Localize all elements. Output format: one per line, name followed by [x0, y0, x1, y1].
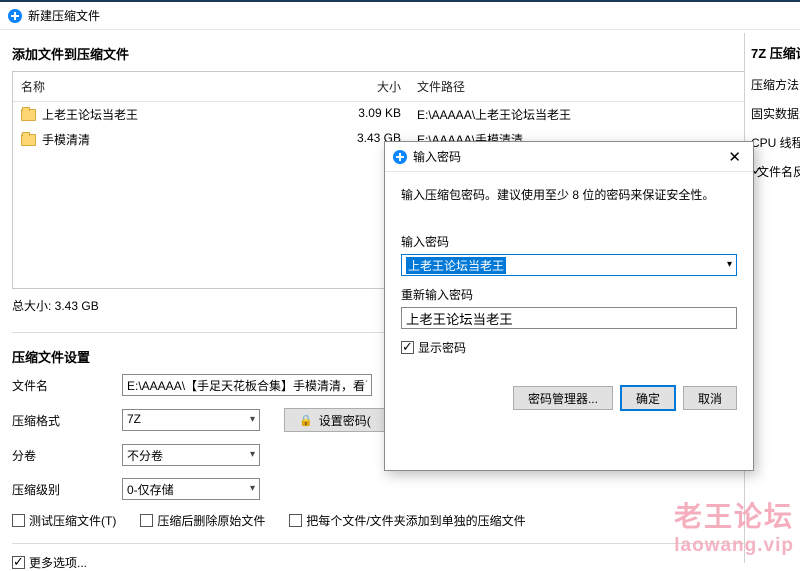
chevron-down-icon: ▾ [727, 259, 732, 270]
folder-icon [21, 109, 36, 121]
right-panel-title: 7Z 压缩设 [751, 43, 794, 62]
column-size[interactable]: 大小 [341, 72, 409, 101]
checkbox-icon [401, 341, 414, 354]
show-password-checkbox[interactable]: 显示密码 [401, 339, 737, 356]
file-name: 手模清清 [42, 133, 90, 147]
level-label: 压缩级别 [12, 481, 122, 498]
filename-label: 文件名 [12, 377, 122, 394]
file-path: E:\AAAAA\上老王论坛当老王 [409, 102, 787, 127]
dialog-icon [393, 150, 407, 164]
level-combo[interactable]: 0-仅存储▾ [122, 478, 260, 500]
format-label: 压缩格式 [12, 412, 122, 429]
app-icon [8, 9, 22, 23]
confirm-password-label: 重新输入密码 [401, 286, 737, 303]
password-manager-button[interactable]: 密码管理器... [513, 386, 613, 410]
dialog-title: 输入密码 [413, 148, 461, 165]
encrypt-filename-checkbox[interactable]: 文件名反 [751, 163, 794, 180]
set-password-button[interactable]: 设置密码( [284, 408, 386, 432]
password-label: 输入密码 [401, 233, 737, 250]
add-files-heading: 添加文件到压缩文件 [12, 44, 788, 63]
delete-after-checkbox[interactable]: 压缩后删除原始文件 [140, 512, 265, 529]
separate-archives-checkbox[interactable]: 把每个文件/文件夹添加到单独的压缩文件 [289, 512, 525, 529]
dialog-titlebar: 输入密码 ✕ [385, 142, 753, 172]
chevron-down-icon: ▾ [250, 483, 255, 494]
folder-icon [21, 134, 36, 146]
ok-button[interactable]: 确定 [621, 386, 675, 410]
file-size: 3.09 KB [341, 102, 409, 127]
checkbox-icon [12, 514, 25, 527]
dialog-hint: 输入压缩包密码。建议使用至少 8 位的密码来保证安全性。 [401, 186, 737, 203]
split-label: 分卷 [12, 447, 122, 464]
password-combo[interactable]: 上老王论坛当老王 ▾ [401, 254, 737, 276]
format-combo[interactable]: 7Z▾ [122, 409, 260, 431]
right-panel-item: 压缩方法 [751, 76, 794, 93]
chevron-down-icon: ▾ [250, 449, 255, 460]
close-icon[interactable]: ✕ [724, 148, 745, 166]
chevron-down-icon: ▾ [250, 414, 255, 425]
checkbox-icon [289, 514, 302, 527]
right-panel-item: CPU 线程数 [751, 134, 794, 151]
test-archive-checkbox[interactable]: 测试压缩文件(T) [12, 512, 116, 529]
right-panel-item: 固实数据大 [751, 105, 794, 122]
window-title: 新建压缩文件 [28, 7, 100, 24]
checkbox-icon [140, 514, 153, 527]
more-options-toggle[interactable]: 更多选项... [12, 554, 788, 571]
filename-input[interactable] [122, 374, 372, 396]
watermark: 老王论坛 laowang.vip [674, 495, 794, 557]
table-row[interactable]: 上老王论坛当老王 3.09 KB E:\AAAAA\上老王论坛当老王 [13, 102, 787, 127]
lock-icon [299, 413, 313, 427]
titlebar: 新建压缩文件 [0, 2, 800, 30]
column-path[interactable]: 文件路径 [409, 72, 787, 101]
password-dialog: 输入密码 ✕ 输入压缩包密码。建议使用至少 8 位的密码来保证安全性。 输入密码… [384, 141, 754, 471]
split-combo[interactable]: 不分卷▾ [122, 444, 260, 466]
divider [12, 543, 788, 544]
column-name[interactable]: 名称 [13, 72, 341, 101]
checkbox-icon [12, 556, 25, 569]
file-list-header: 名称 大小 文件路径 [13, 72, 787, 102]
file-name: 上老王论坛当老王 [42, 108, 138, 122]
confirm-password-input[interactable] [401, 307, 737, 329]
cancel-button[interactable]: 取消 [683, 386, 737, 410]
